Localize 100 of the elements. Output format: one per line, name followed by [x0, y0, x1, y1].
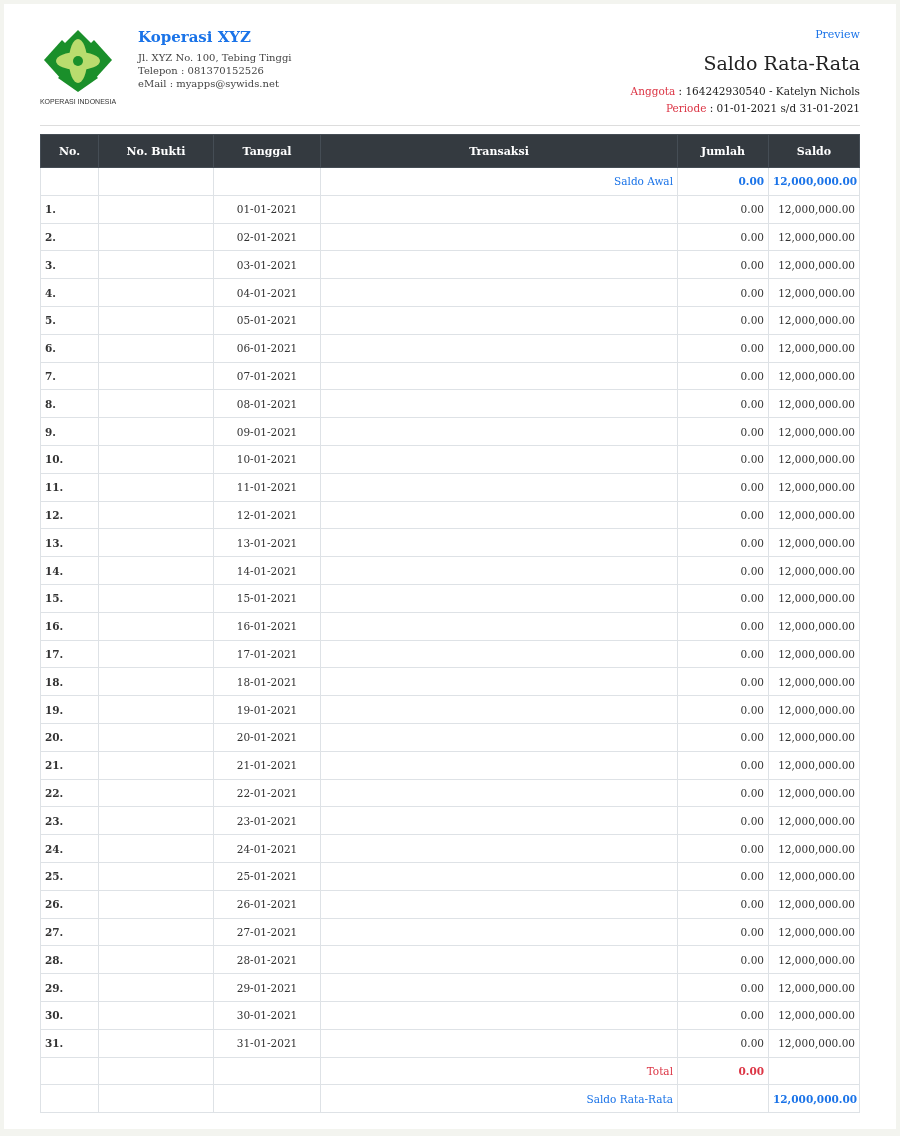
balance-cell: 12,000,000.00	[768, 1001, 860, 1030]
balance-cell: 12,000,000.00	[768, 195, 860, 224]
date-cell: 03-01-2021	[213, 250, 321, 279]
report-meta: Periode : 01-01-2021 s/d 31-01-2021	[665, 101, 860, 116]
amount-cell: 0.00	[677, 667, 769, 696]
amount-cell: 0.00	[677, 473, 769, 502]
date-cell: 16-01-2021	[213, 612, 321, 641]
date-cell: 21-01-2021	[213, 751, 321, 780]
date-cell: 11-01-2021	[213, 473, 321, 502]
column-header: Jumlah	[677, 134, 769, 168]
date-cell: 28-01-2021	[213, 945, 321, 974]
date-cell: 22-01-2021	[213, 779, 321, 807]
row-number: 1.	[40, 195, 99, 224]
row-number: 14.	[40, 556, 99, 585]
balance-cell: 12,000,000.00	[768, 501, 860, 529]
amount-cell: 0.00	[677, 890, 769, 918]
row-number: 16.	[40, 612, 99, 641]
date-cell: 31-01-2021	[213, 1029, 321, 1057]
row-number: 11.	[40, 473, 99, 502]
balance-cell: 12,000,000.00	[768, 584, 860, 613]
row-number: 18.	[40, 667, 99, 696]
summary-label: Total	[320, 1057, 678, 1085]
balance-cell: 12,000,000.00	[768, 556, 860, 585]
report-title: Saldo Rata-Rata	[703, 52, 860, 74]
amount-cell: 0.00	[677, 362, 769, 390]
row-number: 31.	[40, 1029, 99, 1057]
row-number: 10.	[40, 445, 99, 474]
row-number: 3.	[40, 250, 99, 279]
balance-cell: 12,000,000.00	[768, 667, 860, 696]
row-number: 7.	[40, 362, 99, 390]
date-cell: 10-01-2021	[213, 445, 321, 474]
amount-cell: 0.00	[677, 973, 769, 1002]
row-number: 26.	[40, 890, 99, 918]
date-cell: 30-01-2021	[213, 1001, 321, 1030]
row-number: 4.	[40, 278, 99, 307]
company-address: Jl. XYZ No. 100, Tebing Tinggi	[138, 52, 292, 63]
amount-cell: 0.00	[677, 417, 769, 446]
row-number: 9.	[40, 417, 99, 446]
preview-link[interactable]: Preview	[815, 28, 860, 41]
amount-cell: 0.00	[677, 195, 769, 224]
balance-cell: 12,000,000.00	[768, 250, 860, 279]
balance-cell: 12,000,000.00	[768, 306, 860, 335]
summary-amount: 0.00	[677, 167, 769, 196]
row-number: 15.	[40, 584, 99, 613]
balance-cell: 12,000,000.00	[768, 890, 860, 918]
row-number: 27.	[40, 918, 99, 946]
row-number: 13.	[40, 528, 99, 557]
date-cell: 19-01-2021	[213, 695, 321, 724]
report-meta: Anggota : 164242930540 - Katelyn Nichols	[630, 84, 860, 99]
row-number: 30.	[40, 1001, 99, 1030]
amount-cell: 0.00	[677, 640, 769, 668]
row-number: 17.	[40, 640, 99, 668]
date-cell: 17-01-2021	[213, 640, 321, 668]
date-cell: 01-01-2021	[213, 195, 321, 224]
summary-balance: 12,000,000.00	[768, 167, 860, 196]
row-number: 21.	[40, 751, 99, 780]
amount-cell: 0.00	[677, 306, 769, 335]
amount-cell: 0.00	[677, 751, 769, 780]
amount-cell: 0.00	[677, 223, 769, 251]
balance-cell: 12,000,000.00	[768, 473, 860, 502]
amount-cell: 0.00	[677, 945, 769, 974]
column-header: Tanggal	[213, 134, 321, 168]
summary-balance: 12,000,000.00	[768, 1084, 860, 1113]
row-number: 24.	[40, 834, 99, 863]
date-cell: 04-01-2021	[213, 278, 321, 307]
date-cell: 06-01-2021	[213, 334, 321, 363]
date-cell: 26-01-2021	[213, 890, 321, 918]
date-cell: 24-01-2021	[213, 834, 321, 863]
date-cell: 23-01-2021	[213, 806, 321, 835]
summary-label: Saldo Rata-Rata	[320, 1084, 678, 1113]
balance-cell: 12,000,000.00	[768, 779, 860, 807]
date-cell: 09-01-2021	[213, 417, 321, 446]
row-number: 25.	[40, 862, 99, 891]
balance-cell: 12,000,000.00	[768, 834, 860, 863]
amount-cell: 0.00	[677, 556, 769, 585]
column-header: No.	[40, 134, 99, 168]
balance-cell: 12,000,000.00	[768, 334, 860, 363]
balance-cell: 12,000,000.00	[768, 862, 860, 891]
company-phone: Telepon : 081370152526	[138, 65, 265, 76]
balance-cell: 12,000,000.00	[768, 973, 860, 1002]
column-header: Saldo	[768, 134, 860, 168]
date-cell: 18-01-2021	[213, 667, 321, 696]
column-header: Transaksi	[320, 134, 678, 168]
amount-cell: 0.00	[677, 278, 769, 307]
date-cell: 14-01-2021	[213, 556, 321, 585]
balance-cell: 12,000,000.00	[768, 528, 860, 557]
row-number: 12.	[40, 501, 99, 529]
balance-cell: 12,000,000.00	[768, 362, 860, 390]
date-cell: 29-01-2021	[213, 973, 321, 1002]
amount-cell: 0.00	[677, 862, 769, 891]
amount-cell: 0.00	[677, 501, 769, 529]
balance-cell: 12,000,000.00	[768, 640, 860, 668]
balance-cell: 12,000,000.00	[768, 1029, 860, 1057]
row-number: 20.	[40, 723, 99, 752]
column-header: No. Bukti	[98, 134, 214, 168]
amount-cell: 0.00	[677, 334, 769, 363]
date-cell: 25-01-2021	[213, 862, 321, 891]
row-number: 19.	[40, 695, 99, 724]
balance-cell: 12,000,000.00	[768, 223, 860, 251]
amount-cell: 0.00	[677, 918, 769, 946]
